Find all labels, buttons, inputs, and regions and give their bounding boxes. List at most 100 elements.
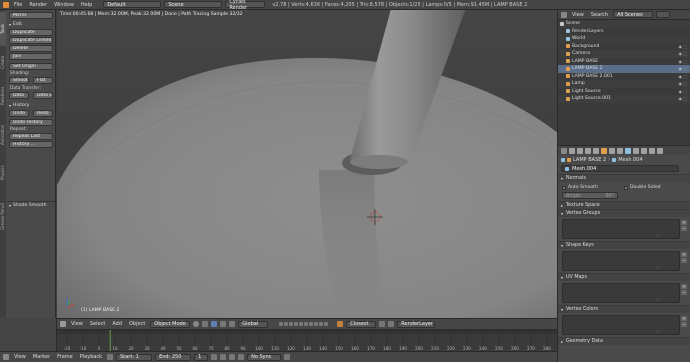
duplicate-linked-button[interactable]: Duplicate Linked [9,37,53,44]
visibility-icon[interactable]: ◉ ⬚ [678,96,687,101]
remove-vertex-group-button[interactable]: − [681,226,687,231]
add-uv-map-button[interactable]: + [681,284,687,289]
tab-create[interactable]: Create [0,47,6,77]
flat-button[interactable]: Flat [33,77,53,84]
history-section-header[interactable]: History [7,102,55,109]
remove-shape-key-button[interactable]: − [681,258,687,263]
rotate-icon[interactable] [229,321,236,327]
duplicate-button[interactable]: Duplicate [9,29,53,36]
start-frame-field[interactable]: Start: 1 [116,353,153,361]
menu-window[interactable]: Window [52,2,76,8]
tab-relations[interactable]: Relations [0,78,6,114]
vertex-groups-list[interactable]: + − [562,219,687,239]
double-sided-checkbox[interactable]: Double Sided [624,185,686,190]
shape-keys-panel-header[interactable]: Shape Keys [558,241,690,249]
add-vertex-group-button[interactable]: + [681,220,687,225]
object-tab-icon[interactable] [601,147,607,154]
mesh-data-tab-icon[interactable] [625,147,631,154]
operator-panel-header[interactable]: Shade Smooth [7,201,55,208]
data-button[interactable]: Data [9,92,29,99]
remove-vertex-color-button[interactable]: − [681,322,687,327]
properties-editor-icon[interactable] [561,147,567,154]
geometry-data-panel-header[interactable]: Geometry Data [558,337,690,345]
vertex-colors-panel-header[interactable]: Vertex Colors [558,305,690,313]
texture-space-panel-header[interactable]: Texture Space [558,201,690,209]
mode-select[interactable]: Object Mode [150,320,191,328]
menu-view[interactable]: View [69,321,85,327]
menu-file[interactable]: File [12,2,24,8]
info-editor-icon[interactable] [3,1,9,8]
outliner-row[interactable]: LAMP BASE ◉ ⬚ [558,58,690,66]
set-origin-button[interactable]: Set Origin [9,63,53,70]
join-button[interactable]: Join [9,53,53,60]
snap-select[interactable]: Closest [346,320,377,328]
layer-buttons[interactable] [279,322,329,326]
data-layout-button[interactable]: Data L [33,92,53,99]
outliner-row[interactable]: Camera ◉ ⬚ [558,50,690,58]
material-tab-icon[interactable] [633,147,639,154]
visibility-icon[interactable]: ◉ ⬚ [678,44,687,49]
3d-view-icon[interactable] [60,321,66,327]
outliner-row[interactable]: Light Source ◉ ⬚ [558,88,690,96]
menu-view-timeline[interactable]: View [12,354,28,360]
render-engine-select[interactable]: Cycles Render [225,0,266,11]
menu-marker[interactable]: Marker [31,354,52,360]
modifiers-tab-icon[interactable] [617,147,623,154]
timeline-editor-icon[interactable] [3,354,9,360]
edit-section-header[interactable]: Edit [7,21,55,28]
visibility-icon[interactable]: ◉ ⬚ [678,74,687,79]
outliner-row[interactable]: Background ◉ ⬚ [558,43,690,51]
play-reverse-icon[interactable] [220,354,227,360]
menu-add[interactable]: Add [110,321,124,327]
physics-tab-icon[interactable] [657,147,663,154]
smooth-button[interactable]: Smooth [9,77,29,84]
outliner-menu-view[interactable]: View [570,12,586,18]
add-shape-key-button[interactable]: + [681,252,687,257]
vertex-colors-list[interactable]: + − [562,315,687,335]
snap-icon[interactable] [337,321,344,327]
pivot-icon[interactable] [202,321,209,327]
outliner-row[interactable]: Light Source.001 ◉ ⬚ [558,95,690,103]
undo-history-button[interactable]: Undo History [9,119,53,126]
tab-physics[interactable]: Physics [0,156,6,190]
tab-tools[interactable]: Tools [0,12,6,46]
world-tab-icon[interactable] [593,147,599,154]
uv-maps-panel-header[interactable]: UV Maps [558,273,690,281]
visibility-icon[interactable]: ◉ ⬚ [678,81,687,86]
outliner-menu-search[interactable]: Search [589,12,610,18]
translate-icon[interactable] [220,321,227,327]
normals-panel-header[interactable]: Normals [558,174,690,182]
scene-tab-icon[interactable] [585,147,591,154]
mirror-button[interactable]: Mirror [9,12,53,19]
scene-select[interactable]: Scene [164,1,223,8]
menu-object[interactable]: Object [127,321,147,327]
mesh-datablock-field[interactable]: Mesh.004 [561,165,679,172]
visibility-icon[interactable]: ◉ ⬚ [678,89,687,94]
jump-end-icon[interactable] [238,354,245,360]
visibility-icon[interactable]: ◉ ⬚ [678,51,687,56]
proportional-edit-icon[interactable] [379,321,386,327]
particles-tab-icon[interactable] [649,147,655,154]
outliner-row[interactable]: World [558,35,690,43]
render-layer-select[interactable]: RenderLayer [397,320,436,328]
render-tab-icon[interactable] [569,147,575,154]
menu-render[interactable]: Render [27,2,49,8]
tab-grease-pencil[interactable]: Grease Pencil [0,191,6,241]
shape-keys-list[interactable]: + − [562,251,687,271]
play-icon[interactable] [229,354,236,360]
outliner-search-input[interactable] [656,11,671,18]
remove-uv-map-button[interactable]: − [681,290,687,295]
current-frame-field[interactable]: 1 [194,353,209,361]
outliner-row[interactable]: LAMP BASE 2.001 ◉ ⬚ [558,73,690,81]
outliner-row[interactable]: Lamp ◉ ⬚ [558,80,690,88]
screen-layout-select[interactable]: Default [103,1,162,8]
constraints-tab-icon[interactable] [609,147,615,154]
keying-icon[interactable] [284,354,291,360]
outliner-row[interactable]: RenderLayers [558,28,690,36]
viewport-shading-icon[interactable] [193,321,200,327]
jump-start-icon[interactable] [211,354,218,360]
undo-button[interactable]: Undo [9,110,29,117]
tab-animation[interactable]: Animation [0,115,6,155]
menu-frame[interactable]: Frame [55,354,75,360]
manipulator-icon[interactable] [211,321,218,327]
